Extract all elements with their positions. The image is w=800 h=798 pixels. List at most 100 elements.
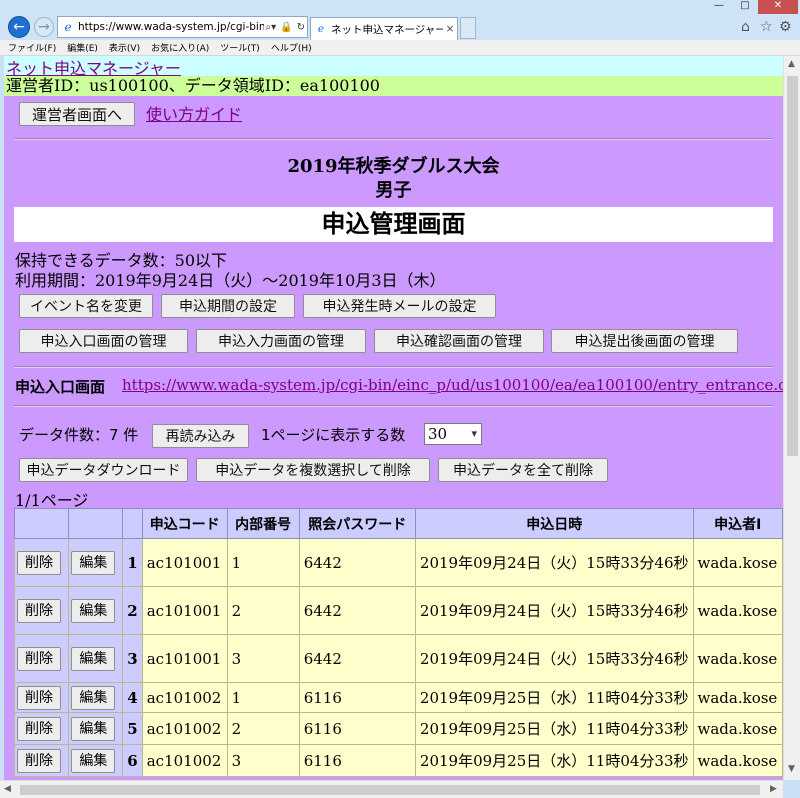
- divider: [14, 366, 773, 368]
- action-cell: 削除: [13, 682, 70, 713]
- cell-applicant: wada.kose: [692, 744, 783, 777]
- delete-all-button[interactable]: 申込データを全て削除: [438, 458, 608, 482]
- tab-title: ネット申込マネージャー 申込...: [331, 23, 443, 36]
- cell-applicant: wada.kose: [692, 682, 783, 713]
- edit-button[interactable]: 編集: [71, 685, 116, 710]
- page-viewport: ネット申込マネージャー 運営者ID：us100100、データ領域ID：ea100…: [4, 56, 783, 780]
- action-cell: 編集: [68, 682, 124, 713]
- search-icon[interactable]: ⌕▾: [264, 22, 279, 33]
- address-url[interactable]: https://www.wada-system.jp/cgi-bin/einc_: [78, 21, 264, 33]
- menu-view[interactable]: 表示(V): [109, 41, 140, 54]
- scroll-down-icon[interactable]: ▼: [788, 764, 795, 774]
- reload-button[interactable]: 再読み込み: [152, 424, 249, 448]
- entrance-screen-button[interactable]: 申込入口画面の管理: [19, 329, 188, 353]
- entrance-label: 申込入口画面: [15, 378, 106, 396]
- row-number: 1: [122, 538, 143, 587]
- scroll-right-icon[interactable]: ▶: [770, 784, 777, 794]
- cell-applicant: wada.kose: [692, 538, 783, 587]
- download-button[interactable]: 申込データダウンロード: [19, 458, 188, 482]
- delete-button[interactable]: 削除: [17, 646, 61, 671]
- new-tab-button[interactable]: [460, 17, 476, 39]
- vertical-scrollbar[interactable]: ▲ ▼: [783, 56, 800, 780]
- menu-favorites[interactable]: お気に入り(A): [151, 41, 209, 54]
- table-row: 削除 編集 6 ac101002 3 6116 2019年09月25日（水）11時04分33…: [13, 744, 783, 777]
- event-subtitle: 男子: [375, 180, 412, 201]
- data-count: データ件数：7 件: [19, 426, 139, 444]
- browser-window: — □ ✕ ← → ℯ https://www.wada-system.jp/c…: [0, 0, 800, 798]
- cell-internal: 1: [226, 538, 300, 587]
- header-empty: [68, 508, 124, 539]
- back-icon[interactable]: ←: [8, 16, 30, 38]
- rename-event-button[interactable]: イベント名を変更: [19, 294, 153, 318]
- main-content: 運営者画面へ 使い方ガイド 2019年秋季ダブルス大会 男子 申込管理画面 保持…: [4, 96, 783, 780]
- input-screen-button[interactable]: 申込入力画面の管理: [196, 329, 366, 353]
- table-header-row: 申込コード 内部番号 照会パスワード 申込日時 申込者I: [13, 508, 783, 539]
- delete-button[interactable]: 削除: [17, 716, 61, 741]
- menu-edit[interactable]: 編集(E): [67, 41, 98, 54]
- favorites-star-icon[interactable]: ☆: [760, 19, 773, 35]
- maximize-icon[interactable]: □: [732, 0, 758, 14]
- refresh-icon[interactable]: ↻: [295, 22, 307, 33]
- menu-tools[interactable]: ツール(T): [220, 41, 260, 54]
- delete-button[interactable]: 削除: [17, 748, 61, 773]
- per-page-value: 30: [428, 425, 448, 443]
- vertical-scroll-thumb[interactable]: [787, 76, 798, 456]
- multi-delete-button[interactable]: 申込データを複数選択して削除: [196, 458, 430, 482]
- row-number: 3: [122, 634, 143, 683]
- delete-button[interactable]: 削除: [17, 550, 61, 575]
- address-bar[interactable]: ℯ https://www.wada-system.jp/cgi-bin/ein…: [57, 16, 308, 38]
- menu-help[interactable]: ヘルプ(H): [271, 41, 312, 54]
- to-operator-button[interactable]: 運営者画面へ: [19, 102, 135, 126]
- usage-period: 利用期間：2019年9月24日（火）〜2019年10月3日（木）: [15, 271, 446, 290]
- forward-icon[interactable]: →: [34, 17, 54, 37]
- table-row: 削除 編集 4 ac101002 1 6116 2019年09月25日（水）11時04分33…: [13, 682, 783, 713]
- scroll-up-icon[interactable]: ▲: [788, 59, 795, 69]
- divider: [14, 138, 773, 140]
- home-icon[interactable]: ⌂: [741, 19, 750, 35]
- mail-settings-button[interactable]: 申込発生時メールの設定: [303, 294, 496, 318]
- scroll-left-icon[interactable]: ◀: [4, 784, 11, 794]
- cell-password: 6116: [298, 682, 416, 713]
- header-empty: [13, 508, 70, 539]
- action-cell: 編集: [68, 634, 124, 683]
- header-internal: 内部番号: [226, 508, 300, 539]
- confirm-screen-button[interactable]: 申込確認画面の管理: [374, 329, 544, 353]
- cell-internal: 1: [226, 682, 300, 713]
- cell-datetime: 2019年09月24日（火）15時33分46秒: [414, 634, 694, 683]
- after-submit-screen-button[interactable]: 申込提出後画面の管理: [551, 329, 738, 353]
- edit-button[interactable]: 編集: [71, 646, 116, 671]
- cell-internal: 3: [226, 634, 300, 683]
- delete-button[interactable]: 削除: [17, 598, 61, 623]
- edit-button[interactable]: 編集: [71, 748, 116, 773]
- lock-icon[interactable]: 🔒: [278, 22, 294, 33]
- delete-button[interactable]: 削除: [17, 685, 61, 710]
- horizontal-scrollbar[interactable]: ◀ ▶: [0, 780, 783, 798]
- per-page-select[interactable]: 30 ▾: [424, 423, 482, 445]
- tab-close-icon[interactable]: ×: [443, 23, 457, 35]
- header-empty: [122, 508, 143, 539]
- row-number: 6: [122, 744, 143, 777]
- entrance-url-link[interactable]: https://www.wada-system.jp/cgi-bin/einc_…: [122, 376, 783, 394]
- cell-internal: 2: [226, 586, 300, 635]
- horizontal-scroll-thumb[interactable]: [20, 785, 760, 795]
- minimize-icon[interactable]: —: [706, 0, 732, 14]
- cell-code: ac101002: [141, 712, 228, 745]
- close-window-icon[interactable]: ✕: [758, 0, 798, 14]
- menu-file[interactable]: ファイル(F): [8, 41, 56, 54]
- action-cell: 編集: [68, 538, 124, 587]
- application-table: 申込コード 内部番号 照会パスワード 申込日時 申込者I 削除 編集 1 ac1010…: [13, 508, 783, 777]
- edit-button[interactable]: 編集: [71, 716, 116, 741]
- edit-button[interactable]: 編集: [71, 550, 116, 575]
- guide-link[interactable]: 使い方ガイド: [146, 101, 242, 125]
- row-number: 2: [122, 586, 143, 635]
- cell-datetime: 2019年09月24日（火）15時33分46秒: [414, 538, 694, 587]
- browser-tab[interactable]: ℯ ネット申込マネージャー 申込... ×: [310, 17, 458, 40]
- edit-button[interactable]: 編集: [71, 598, 116, 623]
- settings-gear-icon[interactable]: ⚙: [779, 19, 792, 35]
- cell-password: 6116: [298, 744, 416, 777]
- cell-datetime: 2019年09月24日（火）15時33分46秒: [414, 586, 694, 635]
- application-period-button[interactable]: 申込期間の設定: [161, 294, 295, 318]
- chevron-down-icon: ▾: [471, 427, 477, 440]
- cell-applicant: wada.kose: [692, 586, 783, 635]
- action-cell: 削除: [13, 744, 70, 777]
